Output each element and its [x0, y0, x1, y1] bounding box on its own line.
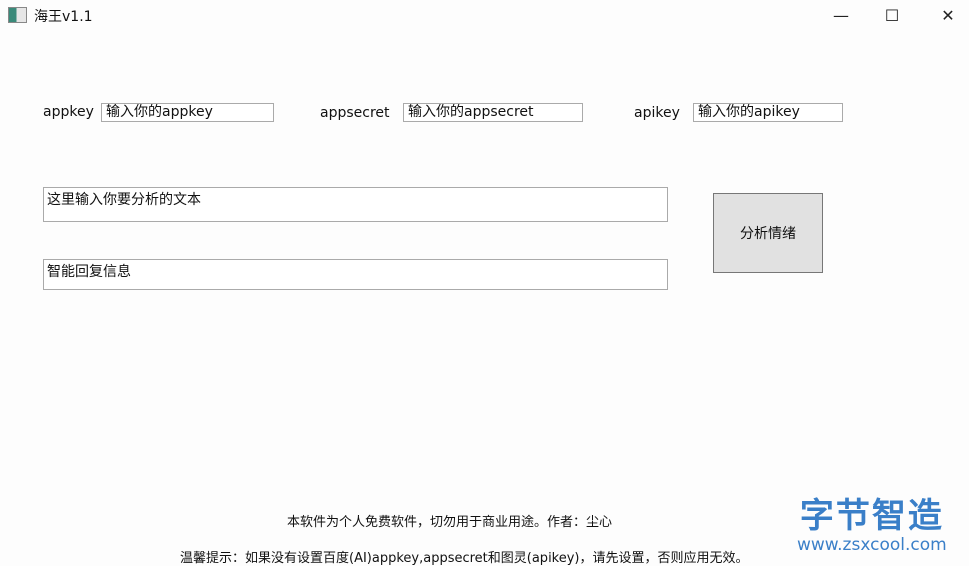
app-icon — [8, 7, 27, 23]
minimize-button[interactable]: — — [818, 0, 864, 30]
appkey-input[interactable] — [101, 103, 274, 122]
analyze-sentiment-button[interactable]: 分析情绪 — [713, 193, 823, 273]
apikey-input[interactable] — [693, 103, 843, 122]
apikey-label: apikey — [634, 105, 680, 121]
maximize-button[interactable]: ☐ — [869, 0, 915, 30]
analysis-text-input[interactable]: 这里输入你要分析的文本 — [43, 187, 668, 222]
disclaimer-text: 本软件为个人免费软件，切勿用于商业用途。作者：尘心 — [287, 515, 613, 530]
watermark-logo: 字节智造 www.zsxcool.com — [797, 496, 947, 555]
close-button[interactable]: ✕ — [925, 0, 969, 30]
tip-text: 温馨提示：如果没有设置百度(AI)appkey,appsecret和图灵(api… — [180, 551, 749, 566]
reply-text-box[interactable]: 智能回复信息 — [43, 259, 668, 290]
appsecret-input[interactable] — [403, 103, 583, 122]
window-title: 海王v1.1 — [34, 9, 93, 25]
appkey-label: appkey — [43, 104, 94, 120]
appsecret-label: appsecret — [320, 105, 390, 121]
